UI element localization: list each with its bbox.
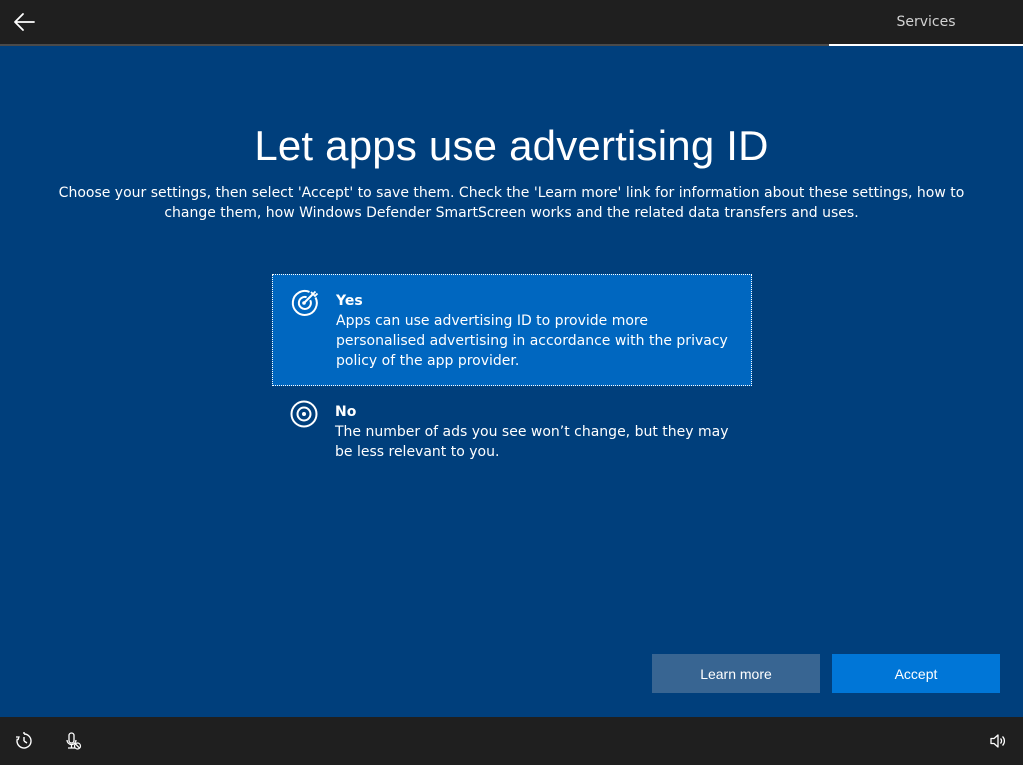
option-yes-text: Yes Apps can use advertising ID to provi… (336, 291, 741, 371)
volume-icon[interactable] (988, 731, 1008, 751)
option-yes-label: Yes (336, 293, 363, 309)
arrow-left-icon (14, 13, 35, 31)
accept-button[interactable]: Accept (832, 654, 1000, 693)
back-button[interactable] (6, 4, 42, 40)
step-tab-services: Services (829, 0, 1023, 44)
step-tab-label: Services (896, 14, 956, 30)
top-bar: Services (0, 0, 1023, 44)
learn-more-button[interactable]: Learn more (652, 654, 820, 693)
page-subtitle: Choose your settings, then select 'Accep… (58, 185, 965, 221)
option-yes-description: Apps can use advertising ID to provide m… (336, 313, 728, 369)
bottom-bar (0, 717, 1023, 765)
option-no-text: No The number of ads you see won’t chang… (335, 402, 740, 462)
page-title: Let apps use advertising ID (254, 122, 769, 169)
option-no-description: The number of ads you see won’t change, … (335, 424, 729, 460)
option-yes[interactable]: Yes Apps can use advertising ID to provi… (272, 274, 752, 386)
option-no[interactable]: No The number of ads you see won’t chang… (272, 386, 752, 476)
target-arrow-icon (291, 289, 319, 316)
ease-of-access-icon[interactable] (14, 731, 34, 751)
main-content: Let apps use advertising ID Choose your … (0, 46, 1023, 717)
microphone-muted-icon[interactable] (63, 731, 83, 751)
option-no-label: No (335, 404, 357, 420)
target-icon (290, 400, 318, 428)
